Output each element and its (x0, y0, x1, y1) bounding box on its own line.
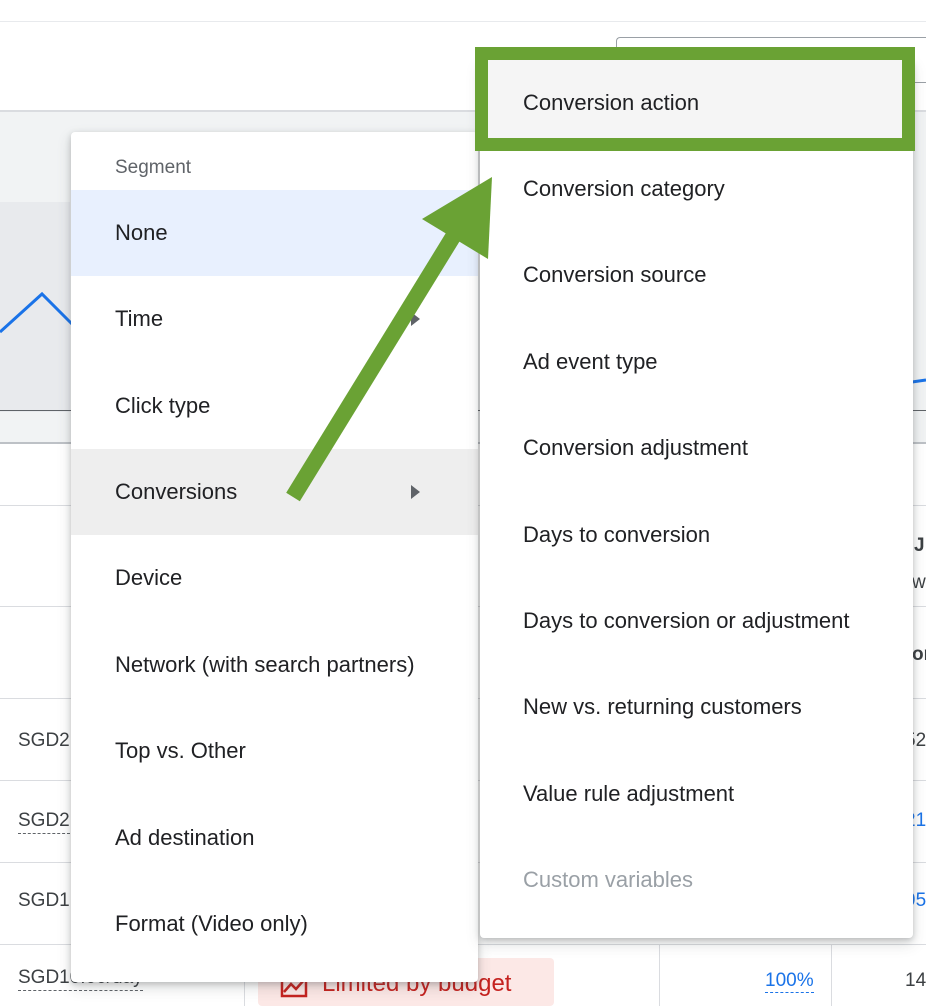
segment-item-click-type[interactable]: Click type (71, 363, 478, 449)
submenu-item-conversion-source[interactable]: Conversion source (480, 232, 913, 318)
submenu-item-days-to-conversion[interactable]: Days to conversion (480, 492, 913, 578)
column-header-fragment: w (912, 572, 926, 593)
segment-item-device[interactable]: Device (71, 535, 478, 621)
submenu-item-label: Days to conversion or adjustment (523, 608, 850, 633)
segment-item-label: None (115, 220, 168, 245)
top-divider (0, 21, 926, 22)
budget-cell: SGD2 (18, 730, 70, 751)
submenu-item-custom-variables: Custom variables (480, 837, 913, 923)
segment-item-label: Conversions (115, 479, 238, 504)
submenu-item-label: New vs. returning customers (523, 694, 802, 719)
conversions-submenu: Conversion action Conversion category Co… (480, 60, 913, 938)
segment-item-label: Format (Video only) (115, 911, 308, 936)
submenu-item-value-rule-adjustment[interactable]: Value rule adjustment (480, 751, 913, 837)
segment-item-top-vs-other[interactable]: Top vs. Other (71, 708, 478, 794)
submenu-item-ad-event-type[interactable]: Ad event type (480, 319, 913, 405)
submenu-item-conversion-category[interactable]: Conversion category (480, 146, 913, 232)
segment-menu-header: Segment (115, 157, 192, 178)
segment-item-label: Ad destination (115, 825, 255, 850)
chevron-right-icon (411, 485, 420, 499)
segment-item-network[interactable]: Network (with search partners) (71, 622, 478, 708)
table-column-divider (831, 944, 832, 1006)
annotation-highlight-box (475, 47, 915, 151)
submenu-item-conversion-adjustment[interactable]: Conversion adjustment (480, 405, 913, 491)
segment-item-label: Network (with search partners) (115, 652, 415, 677)
segment-item-time[interactable]: Time (71, 276, 478, 362)
budget-cell: SGD1 (18, 890, 70, 911)
segment-menu: Segment None Time Click type Conversions… (71, 132, 478, 982)
submenu-item-label: Conversion adjustment (523, 435, 749, 460)
submenu-item-new-vs-returning[interactable]: New vs. returning customers (480, 664, 913, 750)
submenu-item-label: Custom variables (523, 867, 693, 892)
optimization-score-link[interactable]: 100% (765, 970, 814, 993)
submenu-item-days-to-conversion-or-adjustment[interactable]: Days to conversion or adjustment (480, 578, 913, 664)
segment-item-none[interactable]: None (71, 190, 478, 276)
segment-item-conversions[interactable]: Conversions (71, 449, 478, 535)
metric-cell: 14 (905, 970, 926, 991)
column-header-fragment: on (912, 644, 926, 665)
submenu-item-label: Conversion category (523, 176, 725, 201)
screenshot-stage: J w on SGD2 SGD2 SGD1 SGD10.00/day 52 21… (0, 0, 926, 1006)
segment-item-label: Time (115, 306, 164, 331)
segment-item-format[interactable]: Format (Video only) (71, 881, 478, 967)
segment-item-label: Top vs. Other (115, 738, 246, 763)
segment-item-ad-destination[interactable]: Ad destination (71, 795, 478, 881)
segment-item-label: Device (115, 565, 183, 590)
budget-cell[interactable]: SGD2 (18, 810, 70, 834)
submenu-item-label: Conversion source (523, 262, 707, 287)
column-header-fragment: J (914, 535, 925, 556)
table-column-divider (659, 944, 660, 1006)
submenu-item-label: Ad event type (523, 349, 658, 374)
submenu-item-label: Days to conversion (523, 522, 711, 547)
chevron-right-icon (411, 312, 420, 326)
submenu-item-label: Value rule adjustment (523, 781, 735, 806)
segment-item-label: Click type (115, 393, 211, 418)
